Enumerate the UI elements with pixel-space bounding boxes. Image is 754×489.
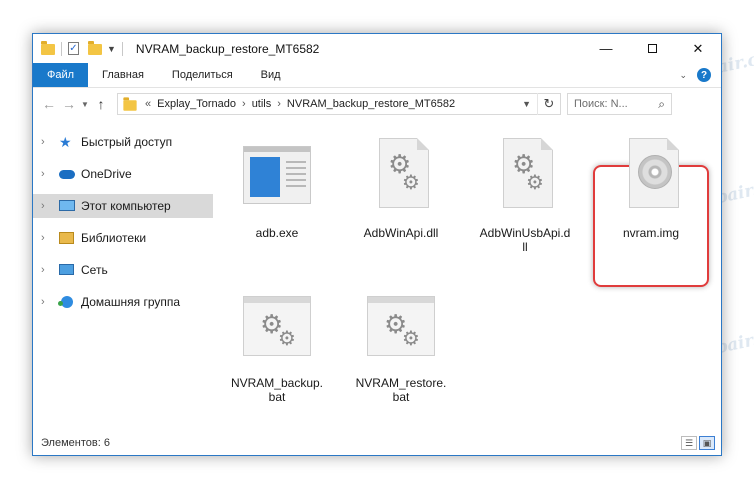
- address-dropdown[interactable]: ▼: [516, 99, 537, 109]
- title-bar: ✓ ▼ NVRAM_backup_restore_MT6582 — ✕: [33, 34, 721, 63]
- library-icon: [59, 231, 77, 245]
- file-name: nvram.img: [622, 226, 679, 240]
- folder-icon: [123, 96, 137, 111]
- file-name-line: bat: [268, 390, 286, 404]
- maximize-button[interactable]: [629, 34, 675, 63]
- file-name-line: AdbWinUsbApi.d: [479, 226, 571, 240]
- separator: [121, 41, 123, 56]
- computer-icon: [59, 199, 77, 213]
- ribbon-right: ⌄ ?: [679, 63, 721, 87]
- recent-locations-dropdown[interactable]: ▼: [79, 100, 91, 109]
- star-icon: ★: [59, 134, 72, 150]
- tab-share[interactable]: Поделиться: [158, 63, 247, 87]
- window-title: NVRAM_backup_restore_MT6582: [135, 41, 320, 56]
- file-item[interactable]: ⚙ ⚙ AdbWinApi.dll: [345, 130, 457, 242]
- expand-icon[interactable]: ›: [41, 168, 53, 180]
- nav-item-onedrive[interactable]: › OneDrive: [33, 162, 213, 186]
- separator: [61, 41, 62, 56]
- cloud-icon: [59, 167, 77, 181]
- up-button[interactable]: ↑: [91, 96, 111, 112]
- file-name: AdbWinUsbApi.d ll: [469, 226, 581, 254]
- forward-button[interactable]: →: [59, 96, 79, 112]
- large-icons-view-icon[interactable]: ▣: [699, 436, 715, 450]
- file-item-selected[interactable]: nvram.img: [595, 130, 707, 242]
- search-input[interactable]: Поиск: N... ⌕: [567, 93, 672, 115]
- file-list: adb.exe ⚙ ⚙ AdbWinApi.dll ⚙ ⚙ AdbWinUsbApi…: [221, 130, 721, 431]
- breadcrumb-item[interactable]: Explay_Tornado: [157, 98, 236, 110]
- expand-icon[interactable]: ›: [41, 264, 53, 276]
- file-item[interactable]: adb.exe: [221, 130, 333, 242]
- exe-file-icon: [241, 138, 313, 210]
- file-name-line: bat: [392, 390, 410, 404]
- tab-file[interactable]: Файл: [33, 63, 89, 87]
- nav-item-homegroup[interactable]: › Домашняя группа: [33, 290, 213, 314]
- breadcrumb-item[interactable]: NVRAM_backup_restore_MT6582: [287, 98, 455, 110]
- refresh-button[interactable]: ↻: [537, 93, 560, 115]
- folder-icon: [41, 41, 55, 55]
- status-bar: Элементов: 6 ☰ ▣: [33, 431, 721, 455]
- quick-access-toolbar: ✓ ▼: [33, 41, 126, 56]
- dll-file-icon: ⚙ ⚙: [489, 138, 561, 210]
- nav-item-label: Библиотеки: [81, 231, 147, 245]
- window-controls: — ✕: [583, 34, 721, 63]
- nav-item-quick-access[interactable]: › ★ Быстрый доступ: [33, 130, 213, 154]
- address-bar[interactable]: « Explay_Tornado › utils › NVRAM_backup_…: [117, 93, 561, 115]
- nav-item-this-pc[interactable]: › Этот компьютер: [33, 194, 213, 218]
- explorer-window: ✓ ▼ NVRAM_backup_restore_MT6582 — ✕ Файл…: [32, 33, 722, 456]
- tab-view[interactable]: Вид: [247, 63, 295, 87]
- new-folder-icon[interactable]: [88, 41, 102, 55]
- disc-image-file-icon: [615, 138, 687, 210]
- tab-home[interactable]: Главная: [88, 63, 158, 87]
- navigation-pane: › ★ Быстрый доступ › OneDrive › Этот ком…: [33, 130, 213, 431]
- help-icon[interactable]: ?: [697, 68, 711, 82]
- file-name-line: NVRAM_restore.: [355, 376, 447, 390]
- minimize-button[interactable]: —: [583, 34, 629, 63]
- view-switcher: ☰ ▣: [681, 436, 721, 450]
- close-button[interactable]: ✕: [675, 34, 721, 63]
- file-name-line: NVRAM_backup.: [230, 376, 324, 390]
- file-name: AdbWinApi.dll: [363, 226, 439, 240]
- item-count: Элементов: 6: [41, 437, 110, 449]
- details-view-icon[interactable]: ☰: [681, 436, 697, 450]
- search-placeholder: Поиск: N...: [574, 98, 628, 110]
- dll-file-icon: ⚙ ⚙: [365, 138, 437, 210]
- breadcrumb-separator[interactable]: ›: [242, 98, 246, 110]
- file-name: NVRAM_restore. bat: [345, 376, 457, 404]
- expand-ribbon-icon[interactable]: ⌄: [679, 70, 687, 81]
- navigation-row: ← → ▼ ↑ « Explay_Tornado › utils › NVRAM…: [33, 88, 721, 120]
- expand-icon[interactable]: ›: [41, 296, 53, 308]
- file-item[interactable]: ⚙ ⚙ NVRAM_restore. bat: [345, 280, 457, 404]
- expand-icon[interactable]: ›: [41, 136, 53, 148]
- file-name: NVRAM_backup. bat: [221, 376, 333, 404]
- bat-file-icon: ⚙ ⚙: [241, 288, 313, 360]
- maximize-icon: [647, 44, 657, 53]
- file-name: adb.exe: [255, 226, 299, 240]
- bat-file-icon: ⚙ ⚙: [365, 288, 437, 360]
- breadcrumb-separator[interactable]: ›: [277, 98, 281, 110]
- nav-item-label: Этот компьютер: [81, 199, 171, 213]
- file-item[interactable]: ⚙ ⚙ AdbWinUsbApi.d ll: [469, 130, 581, 254]
- nav-item-label: Быстрый доступ: [81, 135, 173, 149]
- back-button[interactable]: ←: [39, 96, 59, 112]
- nav-item-network[interactable]: › Сеть: [33, 258, 213, 282]
- homegroup-icon: [58, 295, 77, 309]
- network-icon: [59, 263, 77, 277]
- nav-item-label: Сеть: [81, 263, 108, 277]
- nav-item-label: OneDrive: [81, 167, 132, 181]
- file-item[interactable]: ⚙ ⚙ NVRAM_backup. bat: [221, 280, 333, 404]
- nav-item-label: Домашняя группа: [81, 295, 181, 309]
- expand-icon[interactable]: ›: [41, 232, 53, 244]
- nav-item-libraries[interactable]: › Библиотеки: [33, 226, 213, 250]
- breadcrumb-overflow[interactable]: «: [145, 98, 151, 110]
- properties-icon[interactable]: ✓: [68, 42, 79, 55]
- file-name-line: ll: [522, 240, 528, 254]
- expand-icon[interactable]: ›: [41, 200, 53, 212]
- chevron-down-icon[interactable]: ▼: [107, 44, 116, 54]
- search-icon: ⌕: [658, 96, 665, 111]
- breadcrumb-item[interactable]: utils: [252, 98, 272, 110]
- ribbon-tabs: Файл Главная Поделиться Вид ⌄ ?: [33, 63, 721, 88]
